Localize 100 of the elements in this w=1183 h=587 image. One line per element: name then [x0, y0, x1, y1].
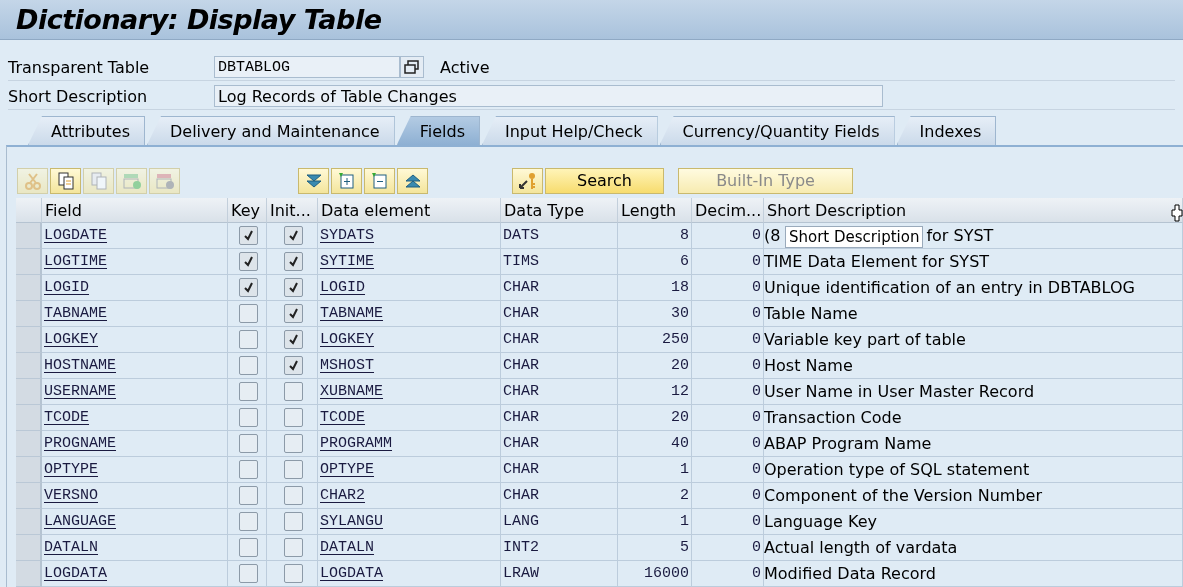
table-cell: DATS — [501, 223, 618, 249]
row-selector[interactable] — [16, 405, 42, 431]
table-cell: HOSTNAME — [42, 353, 228, 379]
checkbox[interactable] — [238, 408, 258, 427]
checkbox[interactable] — [283, 226, 303, 245]
key-icon[interactable] — [512, 167, 543, 194]
expand-icon[interactable] — [298, 167, 329, 194]
row-selector[interactable] — [16, 535, 42, 561]
column-header[interactable]: Key — [228, 198, 267, 223]
description-field[interactable]: Log Records of Table Changes — [214, 85, 883, 107]
table-cell: 12 — [618, 379, 692, 405]
checkbox[interactable] — [283, 278, 303, 297]
checkbox[interactable] — [283, 356, 303, 375]
row-selector[interactable] — [16, 327, 42, 353]
scissors-icon[interactable] — [17, 167, 48, 194]
checkbox[interactable] — [283, 460, 303, 479]
tab[interactable]: Input Help/Check — [482, 116, 658, 145]
column-header[interactable]: Init... — [267, 198, 318, 223]
checkbox[interactable] — [283, 304, 303, 323]
table-cell: 0 — [692, 561, 764, 587]
table-cell: XUBNAME — [318, 379, 501, 405]
table-cell: SYLANGU — [318, 509, 501, 535]
checkbox[interactable] — [238, 460, 258, 479]
table-cell: TABNAME — [42, 301, 228, 327]
checkbox[interactable] — [238, 252, 258, 271]
checkbox[interactable] — [238, 538, 258, 557]
tab[interactable]: Currency/Quantity Fields — [659, 116, 895, 145]
row-selector[interactable] — [16, 223, 42, 249]
tab[interactable]: Indexes — [896, 116, 997, 145]
table-name-field[interactable]: DBTABLOG — [214, 56, 400, 78]
checkbox[interactable] — [238, 486, 258, 505]
checkbox[interactable] — [283, 538, 303, 557]
status-text: Active — [440, 57, 490, 77]
column-header[interactable]: Short Description — [764, 198, 1183, 223]
row-selector[interactable] — [16, 483, 42, 509]
copy-icon[interactable] — [50, 167, 81, 194]
insert-row-icon[interactable] — [116, 167, 147, 194]
table-cell: Component of the Version Number — [764, 483, 1183, 509]
search-button[interactable]: Search — [545, 167, 664, 194]
checkbox[interactable] — [283, 252, 303, 271]
checkbox[interactable] — [238, 564, 258, 583]
checkbox[interactable] — [238, 434, 258, 453]
row-selector[interactable] — [16, 509, 42, 535]
checkbox[interactable] — [238, 382, 258, 401]
checkbox[interactable] — [238, 304, 258, 323]
table-cell: 0 — [692, 249, 764, 275]
row-selector[interactable] — [16, 379, 42, 405]
column-header[interactable]: Decim... — [692, 198, 764, 223]
table-cell: Variable key part of table — [764, 327, 1183, 353]
table-cell: 40 — [618, 431, 692, 457]
checkbox[interactable] — [238, 356, 258, 375]
tab[interactable]: Fields — [396, 116, 480, 145]
checkbox[interactable] — [238, 512, 258, 531]
paste-icon[interactable] — [83, 167, 114, 194]
row-selector[interactable] — [16, 561, 42, 587]
table-cell: Host Name — [764, 353, 1183, 379]
row-selector[interactable] — [16, 275, 42, 301]
table-cell: 0 — [692, 509, 764, 535]
checkbox[interactable] — [283, 330, 303, 349]
column-header[interactable]: Length — [618, 198, 692, 223]
row-selector[interactable] — [16, 353, 42, 379]
tab[interactable]: Delivery and Maintenance — [147, 116, 395, 145]
table-cell: ABAP Program Name — [764, 431, 1183, 457]
table-cell: 1 — [618, 509, 692, 535]
checkmark-icon — [287, 282, 299, 293]
expand-block-icon[interactable] — [331, 167, 362, 194]
description-text: (8 — [764, 226, 781, 245]
table-cell: MSHOST — [318, 353, 501, 379]
row-selector[interactable] — [16, 249, 42, 275]
table-cell: Language Key — [764, 509, 1183, 535]
checkmark-icon — [242, 256, 254, 267]
checkbox[interactable] — [283, 408, 303, 427]
collapse-icon[interactable] — [397, 167, 428, 194]
checkbox[interactable] — [238, 226, 258, 245]
table-cell: CHAR — [501, 275, 618, 301]
column-header[interactable]: Data element — [318, 198, 501, 223]
table-cell: 1 — [618, 457, 692, 483]
table-cell: Transaction Code — [764, 405, 1183, 431]
checkbox[interactable] — [283, 512, 303, 531]
table-cell: 20 — [618, 405, 692, 431]
table-cell: USERNAME — [42, 379, 228, 405]
checkbox[interactable] — [283, 382, 303, 401]
row-selector[interactable] — [16, 431, 42, 457]
row-selector[interactable] — [16, 457, 42, 483]
windows-icon[interactable] — [400, 56, 424, 78]
checkbox[interactable] — [283, 434, 303, 453]
column-header[interactable]: Data Type — [501, 198, 618, 223]
checkbox[interactable] — [283, 564, 303, 583]
table-cell: 0 — [692, 431, 764, 457]
collapse-block-icon[interactable] — [364, 167, 395, 194]
delete-row-icon[interactable] — [149, 167, 180, 194]
checkmark-icon — [287, 360, 299, 371]
column-header[interactable]: Field — [42, 198, 228, 223]
row-selector[interactable] — [16, 301, 42, 327]
checkbox[interactable] — [238, 330, 258, 349]
checkbox[interactable] — [283, 486, 303, 505]
tab[interactable]: Attributes — [28, 116, 145, 145]
table-cell: 18 — [618, 275, 692, 301]
checkbox[interactable] — [238, 278, 258, 297]
table-cell: 0 — [692, 223, 764, 249]
